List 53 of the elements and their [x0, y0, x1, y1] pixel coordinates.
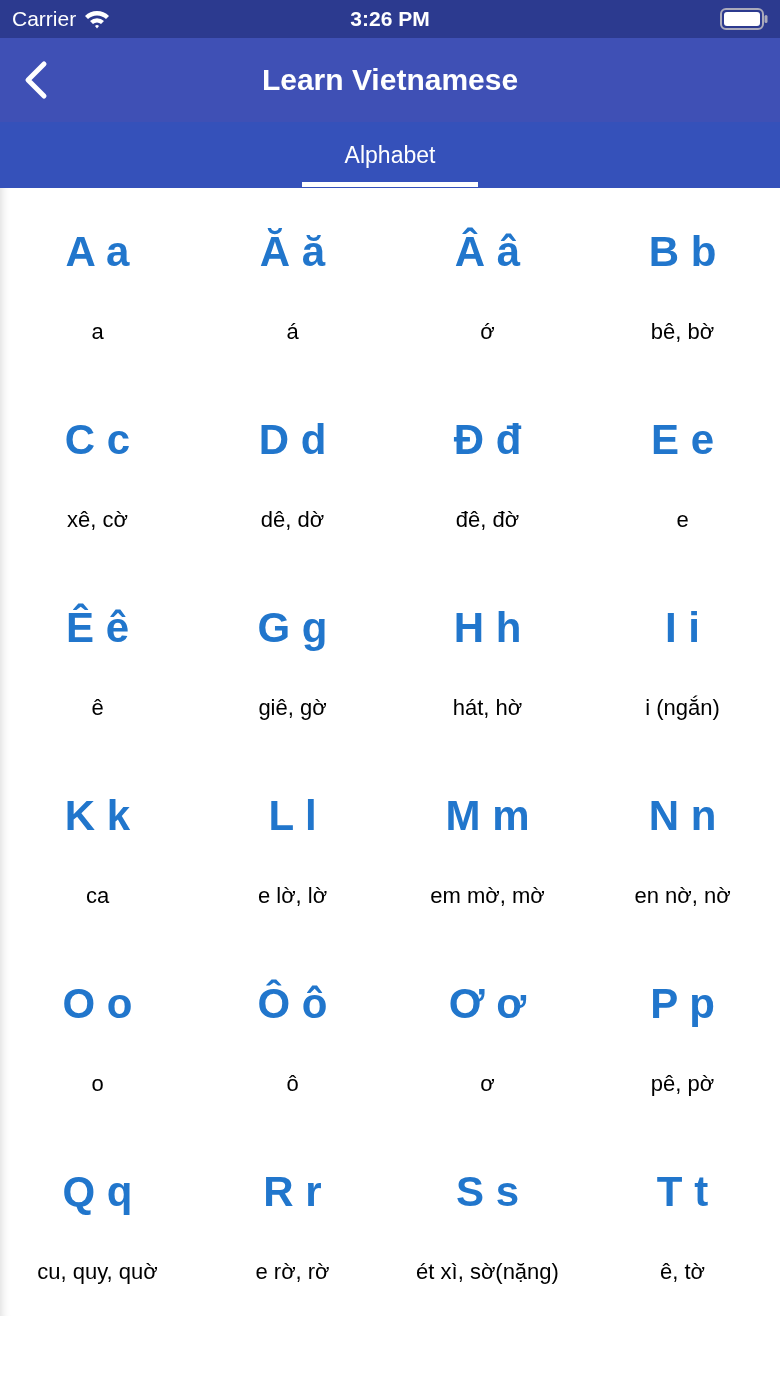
- pronunciation-text: ê: [91, 694, 104, 722]
- letter-pair[interactable]: Đ đ: [453, 414, 522, 466]
- letter-pair[interactable]: A a: [65, 226, 130, 278]
- pronunciation-text: giê, gờ: [258, 694, 327, 722]
- letter-pair[interactable]: I i: [665, 602, 700, 654]
- letter-pair[interactable]: P p: [650, 978, 715, 1030]
- letter-pair[interactable]: H h: [453, 602, 522, 654]
- letter-pair[interactable]: Q q: [62, 1166, 133, 1218]
- wifi-icon: [84, 9, 111, 29]
- nav-title: Learn Vietnamese: [261, 63, 519, 96]
- pronunciation-text: em mờ, mờ: [430, 882, 545, 910]
- pronunciation-text: cu, quy, quờ: [37, 1258, 158, 1286]
- letter-pair[interactable]: E e: [650, 414, 714, 466]
- pronunciation-text: en nờ, nờ: [634, 882, 731, 910]
- battery-icon: [720, 8, 768, 30]
- letter-pair[interactable]: G g: [257, 602, 328, 654]
- pronunciation-text: ơ: [480, 1070, 495, 1098]
- letter-pair[interactable]: T t: [656, 1166, 709, 1218]
- pronunciation-text: bê, bờ: [650, 318, 715, 346]
- letter-pair[interactable]: D d: [258, 414, 327, 466]
- pronunciation-text: ét xì, sờ(nặng): [416, 1258, 559, 1286]
- pronunciation-text: pê, pờ: [650, 1070, 715, 1098]
- letter-pair[interactable]: Ă ă: [259, 226, 326, 278]
- pronunciation-text: a: [91, 318, 104, 346]
- letter-pair[interactable]: R r: [263, 1166, 322, 1218]
- pronunciation-text: hát, hờ: [452, 694, 523, 722]
- letter-pair[interactable]: O o: [62, 978, 133, 1030]
- letter-pair[interactable]: M m: [445, 790, 530, 842]
- pronunciation-text: ê, tờ: [660, 1258, 705, 1286]
- letter-pair[interactable]: N n: [648, 790, 717, 842]
- letter-pair[interactable]: Ơ ơ: [448, 978, 527, 1030]
- status-time: 3:26 PM: [350, 7, 430, 30]
- pronunciation-text: đê, đờ: [455, 506, 520, 534]
- letter-pair[interactable]: K k: [64, 790, 131, 842]
- letter-pair[interactable]: S s: [455, 1166, 519, 1218]
- pronunciation-text: e lờ, lờ: [257, 882, 328, 910]
- pronunciation-text: i (ngắn): [645, 694, 720, 722]
- pronunciation-text: ô: [286, 1070, 299, 1098]
- letter-pair[interactable]: Ê ê: [65, 602, 129, 654]
- pronunciation-text: e: [676, 506, 689, 534]
- letter-pair[interactable]: Â â: [454, 226, 521, 278]
- pronunciation-text: e rờ, rờ: [255, 1258, 330, 1286]
- letter-pair[interactable]: C c: [64, 414, 131, 466]
- carrier-label: Carrier: [12, 7, 77, 31]
- pronunciation-text: á: [286, 318, 299, 346]
- pronunciation-text: dê, dờ: [260, 506, 325, 534]
- pronunciation-text: ớ: [480, 318, 495, 346]
- letter-pair[interactable]: L l: [268, 790, 317, 842]
- letter-pair[interactable]: Ô ô: [257, 978, 328, 1030]
- pronunciation-text: xê, cờ: [67, 506, 128, 534]
- pronunciation-text: o: [91, 1070, 104, 1098]
- letter-pair[interactable]: B b: [648, 226, 717, 278]
- pronunciation-text: ca: [85, 882, 110, 910]
